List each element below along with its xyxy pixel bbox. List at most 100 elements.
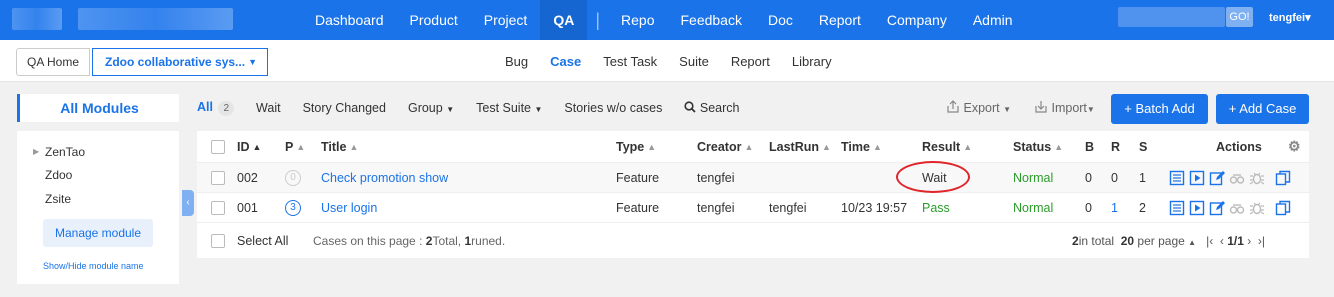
nav-admin[interactable]: Admin: [960, 0, 1026, 40]
module-zdoo[interactable]: Zdoo: [45, 168, 72, 182]
per-page-label: per page: [1134, 233, 1185, 248]
all-modules-header[interactable]: All Modules: [17, 94, 179, 122]
search-toggle[interactable]: Search: [684, 101, 739, 115]
main-nav: Dashboard Product Project QA | Repo Feed…: [302, 0, 1026, 40]
page-summary: Cases on this page : 2 Total, 1 runed.: [313, 223, 505, 258]
row-checkbox[interactable]: [211, 163, 225, 192]
checkbox[interactable]: [211, 139, 225, 154]
nav-report[interactable]: Report: [806, 0, 874, 40]
nav-doc[interactable]: Doc: [755, 0, 806, 40]
col-type[interactable]: Type ▲: [616, 131, 656, 162]
bug-icon[interactable]: [1249, 170, 1265, 186]
next-page-icon[interactable]: ›: [1247, 234, 1251, 248]
prev-page-icon[interactable]: ‹: [1220, 234, 1224, 248]
global-search-input[interactable]: [1118, 7, 1225, 27]
qa-home-crumb[interactable]: QA Home: [16, 48, 91, 76]
select-all-checkbox-header[interactable]: [211, 131, 225, 162]
case-priority: 3: [285, 193, 301, 222]
priority-badge: 0: [285, 169, 301, 186]
list-icon[interactable]: [1169, 170, 1185, 186]
col-time[interactable]: Time ▲: [841, 131, 882, 162]
case-priority: 0: [285, 163, 301, 192]
show-hide-module-name-link[interactable]: Show/Hide module name: [43, 261, 144, 271]
bug-icon[interactable]: [1249, 200, 1265, 216]
nav-feedback[interactable]: Feedback: [667, 0, 754, 40]
pager: 2 in total 20 per page ▲ |‹ ‹ 1/1 › ›|: [1072, 223, 1265, 258]
collapse-sidebar-icon[interactable]: ‹: [182, 190, 194, 216]
col-result[interactable]: Result ▲: [922, 131, 972, 162]
tree-expand-icon[interactable]: ▶: [33, 147, 39, 156]
caret-down-icon: ▼: [248, 57, 257, 67]
module-zsite[interactable]: Zsite: [45, 192, 71, 206]
per-page-dropdown[interactable]: 20 per page ▲: [1121, 234, 1196, 248]
filter-all-label: All: [197, 100, 213, 114]
select-all-label[interactable]: Select All: [237, 223, 288, 258]
table-row: 001 3 User login Feature tengfei tengfei…: [197, 193, 1309, 223]
filter-story-changed[interactable]: Story Changed: [303, 101, 386, 115]
case-results-link[interactable]: 1: [1111, 193, 1118, 222]
sort-desc-icon: ▲︎: [252, 141, 262, 152]
table-footer: Select All Cases on this page : 2 Total,…: [197, 223, 1309, 258]
view-results-icon[interactable]: [1229, 200, 1245, 216]
sort-icon: ▲: [963, 141, 973, 152]
copy-icon[interactable]: [1275, 170, 1291, 186]
product-switcher[interactable]: Zdoo collaborative sys... ▼: [92, 48, 268, 76]
filter-all[interactable]: All 2: [197, 100, 235, 116]
group-dropdown[interactable]: Group ▼: [408, 101, 454, 115]
checkbox[interactable]: [211, 170, 225, 185]
edit-icon[interactable]: [1209, 200, 1225, 216]
col-status[interactable]: Status ▲: [1013, 131, 1063, 162]
checkbox[interactable]: [211, 233, 225, 248]
gear-icon[interactable]: ⚙: [1288, 131, 1301, 162]
edit-icon[interactable]: [1209, 170, 1225, 186]
first-page-icon[interactable]: |‹: [1206, 234, 1213, 248]
tab-bug[interactable]: Bug: [494, 40, 539, 82]
case-title-link[interactable]: Check promotion show: [321, 163, 448, 192]
nav-product[interactable]: Product: [397, 0, 471, 40]
tab-test-task[interactable]: Test Task: [592, 40, 668, 82]
last-page-icon[interactable]: ›|: [1258, 234, 1265, 248]
search-go-button[interactable]: GO!: [1226, 7, 1253, 27]
nav-repo[interactable]: Repo: [608, 0, 667, 40]
list-icon[interactable]: [1169, 200, 1185, 216]
col-id[interactable]: ID ▲︎: [237, 131, 261, 162]
nav-company[interactable]: Company: [874, 0, 960, 40]
sort-icon: ▲: [822, 141, 831, 152]
tab-library[interactable]: Library: [781, 40, 843, 82]
batch-add-button[interactable]: + Batch Add: [1111, 94, 1208, 124]
add-case-button[interactable]: + Add Case: [1216, 94, 1309, 124]
run-icon[interactable]: [1189, 170, 1205, 186]
row-checkbox[interactable]: [211, 193, 225, 222]
user-menu[interactable]: tengfei▾: [1269, 11, 1311, 24]
run-icon[interactable]: [1189, 200, 1205, 216]
test-suite-label: Test Suite: [476, 101, 532, 115]
filter-wait[interactable]: Wait: [256, 101, 281, 115]
col-priority[interactable]: P ▲: [285, 131, 305, 162]
tab-report[interactable]: Report: [720, 40, 781, 82]
filter-stories-wo-cases[interactable]: Stories w/o cases: [564, 101, 662, 115]
tab-case[interactable]: Case: [539, 40, 592, 82]
copy-icon[interactable]: [1275, 200, 1291, 216]
view-results-icon[interactable]: [1229, 170, 1245, 186]
col-lastrun[interactable]: LastRun ▲: [769, 131, 831, 162]
module-zentao[interactable]: ZenTao: [45, 145, 85, 159]
col-creator[interactable]: Creator ▲: [697, 131, 753, 162]
company-logo[interactable]: [12, 8, 62, 30]
export-dropdown[interactable]: Export ▼: [946, 100, 1011, 115]
row-actions: [1169, 193, 1291, 222]
sort-icon: ▲: [872, 141, 882, 152]
caret-down-icon: ▼: [534, 105, 543, 114]
test-suite-dropdown[interactable]: Test Suite ▼: [476, 101, 542, 115]
case-title-link[interactable]: User login: [321, 193, 377, 222]
nav-project[interactable]: Project: [471, 0, 541, 40]
case-creator: tengfei: [697, 200, 735, 215]
sort-icon: ▲: [296, 141, 306, 152]
checkbox[interactable]: [211, 200, 225, 215]
import-dropdown[interactable]: Import▼: [1034, 100, 1095, 115]
manage-module-button[interactable]: Manage module: [43, 219, 153, 247]
nav-qa[interactable]: QA: [540, 0, 588, 40]
select-all-checkbox[interactable]: [211, 223, 225, 258]
tab-suite[interactable]: Suite: [668, 40, 720, 82]
col-title[interactable]: Title ▲: [321, 131, 358, 162]
nav-dashboard[interactable]: Dashboard: [302, 0, 397, 40]
